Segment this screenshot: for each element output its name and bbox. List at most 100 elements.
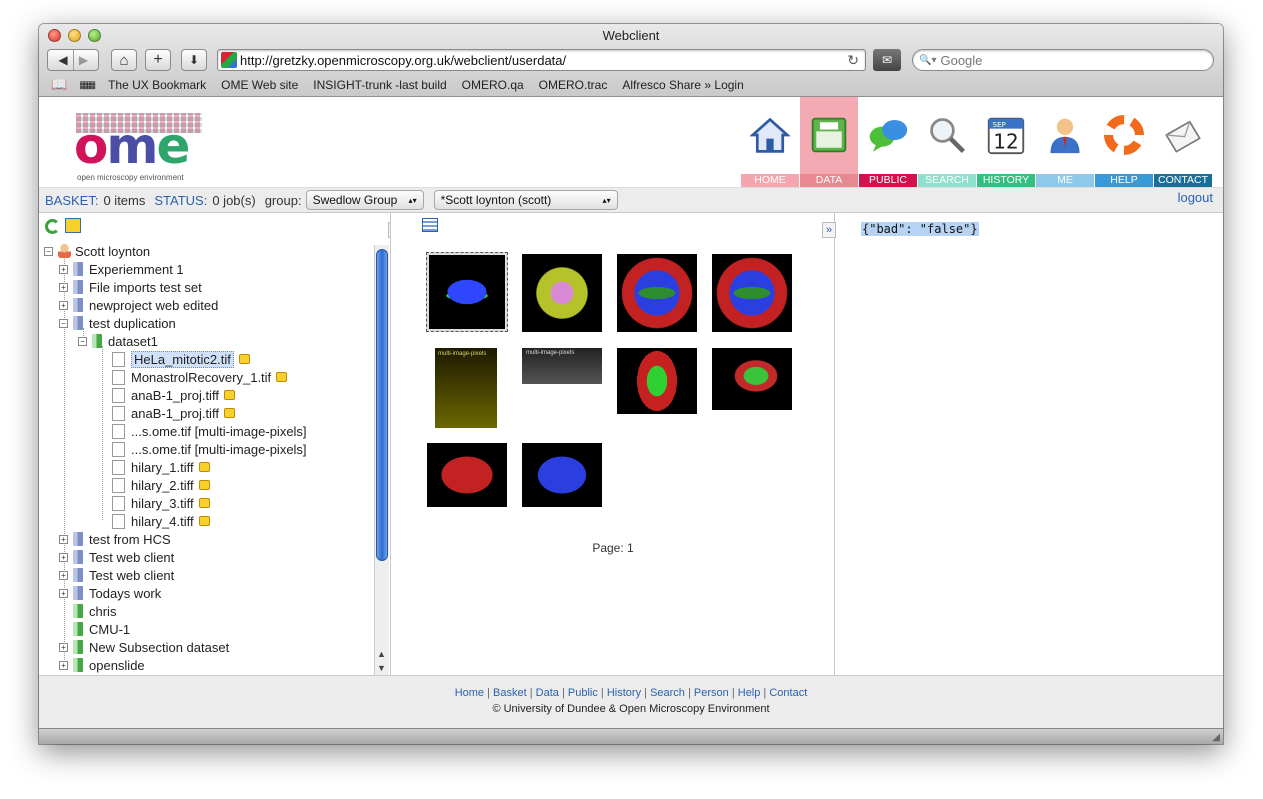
home-button[interactable]: ⌂ bbox=[111, 49, 137, 71]
image-thumbnail[interactable] bbox=[427, 443, 507, 507]
image-thumbnail[interactable] bbox=[712, 348, 792, 410]
address-bar[interactable]: http://gretzky.openmicroscopy.org.uk/web… bbox=[217, 49, 866, 71]
status-label[interactable]: STATUS: bbox=[154, 193, 207, 208]
scroll-up-arrow-icon[interactable]: ▲ bbox=[377, 649, 386, 659]
group-select[interactable]: Swedlow Group ▴▾ bbox=[305, 190, 424, 210]
image-thumbnail[interactable]: multi-image-pixels bbox=[435, 348, 497, 428]
tree-project[interactable]: + New Subsection dataset bbox=[59, 638, 229, 656]
nav-public[interactable]: PUBLIC bbox=[859, 97, 917, 187]
top-sites-grid-icon[interactable]: ▦▦ bbox=[79, 80, 96, 91]
bookmarks-book-icon[interactable]: 📖 bbox=[51, 77, 67, 93]
tree-image[interactable]: HeLa_mitotic2.tif bbox=[112, 350, 250, 368]
nav-history[interactable]: SEP 12 HISTORY bbox=[977, 97, 1035, 187]
search-field[interactable]: 🔍▾ Google bbox=[912, 49, 1214, 71]
tree-project[interactable]: + Test web client bbox=[59, 548, 174, 566]
browser-chrome: Webclient ◀ ▶ ⌂ + ⬇ http://gretzky.openm… bbox=[39, 24, 1223, 97]
expand-right-button[interactable]: » bbox=[822, 222, 836, 238]
refresh-icon[interactable] bbox=[45, 219, 60, 234]
tree-dataset[interactable]: CMU-1 bbox=[73, 620, 130, 638]
expand-toggle[interactable]: + bbox=[59, 300, 68, 310]
image-thumbnail-selected[interactable] bbox=[426, 252, 508, 332]
bookmark-alfresco[interactable]: Alfresco Share » Login bbox=[622, 78, 743, 92]
image-thumbnail[interactable] bbox=[712, 254, 792, 332]
reload-icon[interactable]: ↻ bbox=[847, 52, 859, 69]
tree-project[interactable]: + File imports test set bbox=[59, 278, 202, 296]
back-button[interactable]: ◀ bbox=[53, 50, 73, 70]
add-bookmark-button[interactable]: + bbox=[145, 49, 171, 71]
tree-image[interactable]: MonastrolRecovery_1.tif bbox=[112, 368, 288, 386]
tree-dataset[interactable]: − dataset1 bbox=[78, 332, 158, 350]
forward-button[interactable]: ▶ bbox=[73, 50, 93, 70]
tree-panel: « − Scott loynton +Experiemment 1 +File … bbox=[39, 213, 391, 675]
image-thumbnail[interactable]: multi-image-pixels bbox=[522, 348, 602, 384]
expand-toggle[interactable]: + bbox=[59, 552, 68, 562]
bookmark-omero-qa[interactable]: OMERO.qa bbox=[462, 78, 524, 92]
footer-link-history[interactable]: History bbox=[607, 687, 641, 699]
footer-link-search[interactable]: Search bbox=[650, 687, 685, 699]
collapse-toggle[interactable]: − bbox=[59, 318, 68, 328]
footer-link-contact[interactable]: Contact bbox=[769, 687, 807, 699]
tree-project[interactable]: + Todays work bbox=[59, 584, 161, 602]
image-thumbnail[interactable] bbox=[522, 443, 602, 507]
image-thumbnail[interactable] bbox=[617, 254, 697, 332]
tree-project[interactable]: + openslide bbox=[59, 656, 145, 674]
image-thumbnail[interactable] bbox=[617, 348, 697, 414]
bookmark-omero-trac[interactable]: OMERO.trac bbox=[539, 78, 608, 92]
nav-home[interactable]: HOME bbox=[741, 97, 799, 187]
nav-help[interactable]: HELP bbox=[1095, 97, 1153, 187]
tree-project[interactable]: + Test web client bbox=[59, 566, 174, 584]
nav-contact[interactable]: CONTACT bbox=[1154, 97, 1212, 187]
logout-link[interactable]: logout bbox=[1178, 190, 1213, 205]
view-toggle-icon[interactable] bbox=[422, 218, 438, 232]
tree-scrollbar[interactable]: ▲ ▼ bbox=[374, 245, 389, 675]
tree-image[interactable]: ...s.ome.tif [multi-image-pixels] bbox=[112, 422, 307, 440]
footer-link-person[interactable]: Person bbox=[694, 687, 729, 699]
basket-label[interactable]: BASKET: bbox=[45, 193, 98, 208]
footer-link-home[interactable]: Home bbox=[455, 687, 484, 699]
tree-dataset-label: CMU-1 bbox=[89, 621, 131, 637]
expand-toggle[interactable]: + bbox=[59, 534, 68, 544]
image-thumbnail[interactable] bbox=[522, 254, 602, 332]
downloads-button[interactable]: ⬇ bbox=[181, 49, 207, 71]
scroll-down-arrow-icon[interactable]: ▼ bbox=[377, 663, 386, 673]
tree-image[interactable]: hilary_2.tiff bbox=[112, 476, 210, 494]
tree-root-user[interactable]: − Scott loynton bbox=[44, 242, 150, 260]
nav-me[interactable]: ME bbox=[1036, 97, 1094, 187]
bookmark-insight[interactable]: INSIGHT-trunk -last build bbox=[313, 78, 446, 92]
expand-toggle[interactable]: + bbox=[59, 588, 68, 598]
tree-project[interactable]: − test duplication bbox=[59, 314, 176, 332]
expand-toggle[interactable]: + bbox=[59, 660, 68, 670]
footer-link-data[interactable]: Data bbox=[536, 687, 559, 699]
tree-image[interactable]: hilary_4.tiff bbox=[112, 512, 210, 530]
expand-toggle[interactable]: + bbox=[59, 570, 68, 580]
expand-toggle[interactable]: + bbox=[59, 264, 68, 274]
tree-project[interactable]: + newproject web edited bbox=[59, 296, 218, 314]
tree-image[interactable]: anaB-1_proj.tiff bbox=[112, 386, 235, 404]
mail-page-icon[interactable]: ✉ bbox=[873, 49, 901, 71]
footer-link-help[interactable]: Help bbox=[738, 687, 761, 699]
nav-data[interactable]: DATA bbox=[800, 97, 858, 187]
footer-link-basket[interactable]: Basket bbox=[493, 687, 527, 699]
image-file-icon bbox=[112, 387, 125, 403]
nav-search[interactable]: SEARCH bbox=[918, 97, 976, 187]
ome-logo[interactable]: ome open microscopy environment bbox=[74, 113, 204, 183]
tree-project[interactable]: + Experiemment 1 bbox=[59, 260, 184, 278]
tree-image[interactable]: ...s.ome.tif [multi-image-pixels] bbox=[112, 440, 307, 458]
bookmark-ux[interactable]: The UX Bookmark bbox=[108, 78, 206, 92]
expand-toggle[interactable]: + bbox=[59, 282, 68, 292]
tree-image[interactable]: hilary_1.tiff bbox=[112, 458, 210, 476]
footer-link-public[interactable]: Public bbox=[568, 687, 598, 699]
tree-scrollbar-thumb[interactable] bbox=[376, 249, 388, 561]
resize-grip-icon[interactable]: ◢ bbox=[1212, 732, 1220, 743]
tree-dataset[interactable]: chris bbox=[73, 602, 116, 620]
collapse-toggle[interactable]: − bbox=[78, 336, 87, 346]
tree-image[interactable]: anaB-1_proj.tiff bbox=[112, 404, 235, 422]
collapse-toggle[interactable]: − bbox=[44, 246, 53, 256]
bookmark-ome-site[interactable]: OME Web site bbox=[221, 78, 298, 92]
expand-toggle[interactable]: + bbox=[59, 642, 68, 652]
tree-image-label: hilary_3.tiff bbox=[131, 495, 194, 511]
add-to-basket-icon[interactable] bbox=[65, 218, 81, 233]
tree-image[interactable]: hilary_3.tiff bbox=[112, 494, 210, 512]
user-select[interactable]: *Scott loynton (scott) ▴▾ bbox=[433, 190, 618, 210]
tree-project[interactable]: + test from HCS bbox=[59, 530, 171, 548]
